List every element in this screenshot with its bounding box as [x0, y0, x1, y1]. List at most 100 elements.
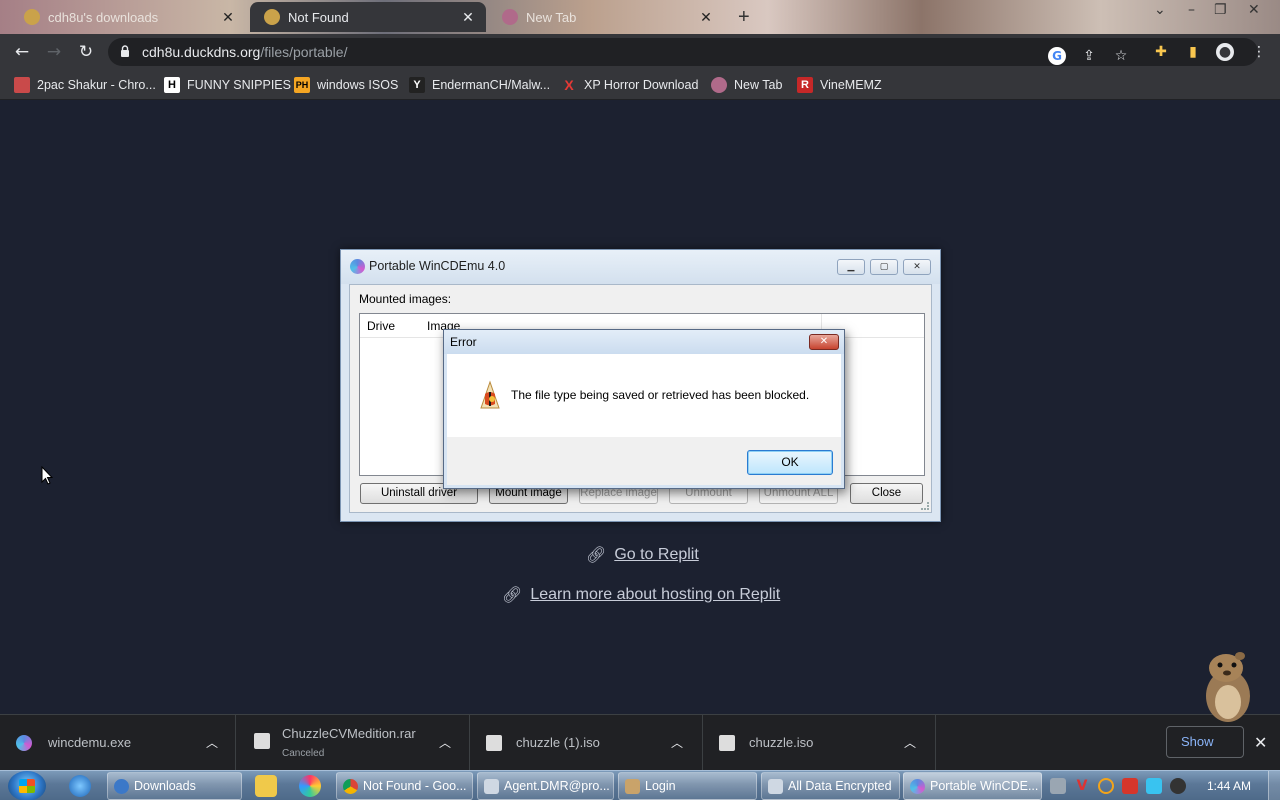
chevron-up-icon[interactable]: ︿: [904, 734, 916, 751]
extensions-icon[interactable]: ✚: [1152, 43, 1170, 61]
clock[interactable]: 1:44 AM: [1207, 779, 1251, 793]
download-name: chuzzle (1).iso: [516, 735, 600, 750]
error-title: Error: [450, 335, 477, 349]
chrome-icon: [343, 779, 358, 794]
minimize-icon[interactable]: ▁: [837, 259, 865, 275]
address-bar[interactable]: cdh8u.duckdns.org/files/portable/ G ⇪ ☆: [108, 38, 1258, 66]
taskbar-label: Not Found - Goo...: [363, 779, 467, 793]
bookmark-vinememz[interactable]: R VineMEMZ: [797, 76, 882, 94]
browser-toolbar: ← → ↻ cdh8u.duckdns.org/files/portable/ …: [0, 34, 1280, 70]
taskbar-item-downloads[interactable]: Downloads: [107, 772, 242, 800]
close-icon[interactable]: ✕: [809, 334, 839, 350]
site-favicon: [264, 9, 280, 25]
close-shelf-icon[interactable]: ✕: [1254, 733, 1267, 752]
bookmark-funny-snippies[interactable]: H FUNNY SNIPPIES: [164, 76, 291, 94]
bookmark-new-tab[interactable]: New Tab: [711, 76, 782, 94]
tab-search-chevron-icon[interactable]: ⌄: [1154, 2, 1166, 18]
download-name: chuzzle.iso: [749, 735, 814, 750]
pinned-app-icon[interactable]: [299, 775, 321, 797]
chevron-up-icon[interactable]: ︿: [439, 734, 451, 751]
error-titlebar[interactable]: Error ✕: [444, 330, 844, 354]
media-player-icon[interactable]: [255, 775, 277, 797]
tab-not-found[interactable]: Not Found ✕: [250, 2, 486, 32]
download-item[interactable]: wincdemu.exe ︿: [0, 715, 236, 771]
taskbar-item-agent[interactable]: Agent.DMR@pro...: [477, 772, 614, 800]
taskbar-item-wincdemu[interactable]: Portable WinCDE...: [903, 772, 1042, 800]
bookmark-label: VineMEMZ: [820, 78, 882, 92]
tab-close-icon[interactable]: ✕: [460, 9, 476, 26]
taskbar-label: Downloads: [134, 779, 196, 793]
chevron-up-icon[interactable]: ︿: [206, 734, 218, 751]
restore-icon[interactable]: ❐: [1214, 2, 1227, 18]
tab-close-icon[interactable]: ✕: [698, 9, 714, 26]
tray-search-icon[interactable]: [1098, 778, 1114, 794]
tray-network-icon[interactable]: [1050, 778, 1066, 794]
link-icon: 🔗︎: [586, 547, 607, 564]
back-icon[interactable]: ←: [10, 40, 34, 64]
taskbar-item-all-data-encrypted[interactable]: All Data Encrypted: [761, 772, 900, 800]
bookmark-label: FUNNY SNIPPIES: [187, 78, 291, 92]
download-name: wincdemu.exe: [48, 735, 132, 750]
close-button[interactable]: Close: [850, 483, 923, 504]
y-favicon: Y: [409, 77, 425, 93]
hamster-mascot-icon: [1206, 652, 1250, 722]
side-panel-icon[interactable]: ▮: [1184, 43, 1202, 61]
wincdemu-titlebar[interactable]: Portable WinCDEmu 4.0 ▁ ▢ ✕: [341, 250, 940, 284]
profile-avatar-icon[interactable]: ●: [1216, 43, 1234, 61]
new-tab-icon[interactable]: +: [738, 6, 750, 29]
tray-volume-icon[interactable]: [1170, 778, 1186, 794]
bookmark-label: New Tab: [734, 78, 783, 92]
url-text: cdh8u.duckdns.org/files/portable/: [142, 44, 347, 60]
wincdemu-file-icon: [16, 735, 32, 751]
rar-file-icon: [254, 733, 270, 749]
forward-icon[interactable]: →: [42, 40, 66, 64]
download-item[interactable]: chuzzle (1).iso ︿: [470, 715, 703, 771]
tab-new-tab[interactable]: New Tab ✕: [488, 2, 724, 32]
tab-close-icon[interactable]: ✕: [220, 9, 236, 26]
new-tab-favicon: [711, 77, 727, 93]
tray-display-icon[interactable]: [1146, 778, 1162, 794]
resize-grip[interactable]: [921, 502, 929, 510]
start-button[interactable]: [8, 771, 46, 800]
minimize-icon[interactable]: –: [1188, 2, 1195, 18]
bookmark-xp-horror[interactable]: X XP Horror Download: [561, 76, 698, 94]
error-dialog: Error ✕ The file type being saved or ret…: [443, 329, 845, 489]
reload-icon[interactable]: ↻: [74, 40, 98, 64]
tab-title: cdh8u's downloads: [48, 9, 159, 25]
tray-v-icon[interactable]: V: [1074, 778, 1090, 794]
link-icon: 🔗︎: [502, 587, 523, 604]
windows-logo-icon: [19, 779, 35, 793]
download-status: Canceled: [282, 748, 325, 759]
go-to-replit-link[interactable]: Go to Replit: [614, 546, 698, 564]
x-favicon: X: [564, 77, 574, 93]
column-drive[interactable]: Drive: [367, 319, 395, 333]
bookmark-endermanch[interactable]: Y EndermanCH/Malw...: [409, 76, 550, 94]
show-all-button[interactable]: Show: [1166, 726, 1244, 758]
ok-button[interactable]: OK: [747, 450, 833, 475]
taskbar-item-login[interactable]: Login: [618, 772, 757, 800]
close-icon[interactable]: ✕: [903, 259, 931, 275]
error-message: The file type being saved or retrieved h…: [511, 388, 810, 402]
internet-explorer-icon[interactable]: [69, 775, 91, 797]
download-item[interactable]: ChuzzleCVMedition.rar Canceled ︿: [236, 715, 470, 771]
bookmark-label: EndermanCH/Malw...: [432, 78, 551, 92]
bookmark-2pac[interactable]: 2pac Shakur - Chro...: [14, 76, 156, 94]
bookmark-windows-isos[interactable]: PH windows ISOS: [294, 76, 398, 94]
google-lens-icon[interactable]: G: [1048, 47, 1066, 65]
maximize-icon[interactable]: ▢: [870, 259, 898, 275]
close-window-icon[interactable]: ✕: [1248, 2, 1260, 18]
bookmark-star-icon[interactable]: ☆: [1112, 47, 1130, 65]
show-desktop-button[interactable]: [1268, 771, 1280, 800]
learn-more-link[interactable]: Learn more about hosting on Replit: [530, 586, 780, 604]
share-icon[interactable]: ⇪: [1080, 47, 1098, 65]
go-to-replit-row: 🔗︎ Go to Replit: [586, 545, 699, 565]
tray-flag-icon[interactable]: [1122, 778, 1138, 794]
chevron-up-icon[interactable]: ︿: [671, 734, 683, 751]
tab-downloads[interactable]: cdh8u's downloads ✕: [10, 2, 246, 32]
download-name: ChuzzleCVMedition.rar: [282, 726, 416, 741]
taskbar-item-chrome[interactable]: Not Found - Goo...: [336, 772, 473, 800]
menu-kebab-icon[interactable]: ⋮: [1250, 43, 1268, 61]
lock-icon[interactable]: [120, 45, 130, 57]
download-item[interactable]: chuzzle.iso ︿: [703, 715, 936, 771]
warning-shield-icon: [480, 380, 500, 409]
